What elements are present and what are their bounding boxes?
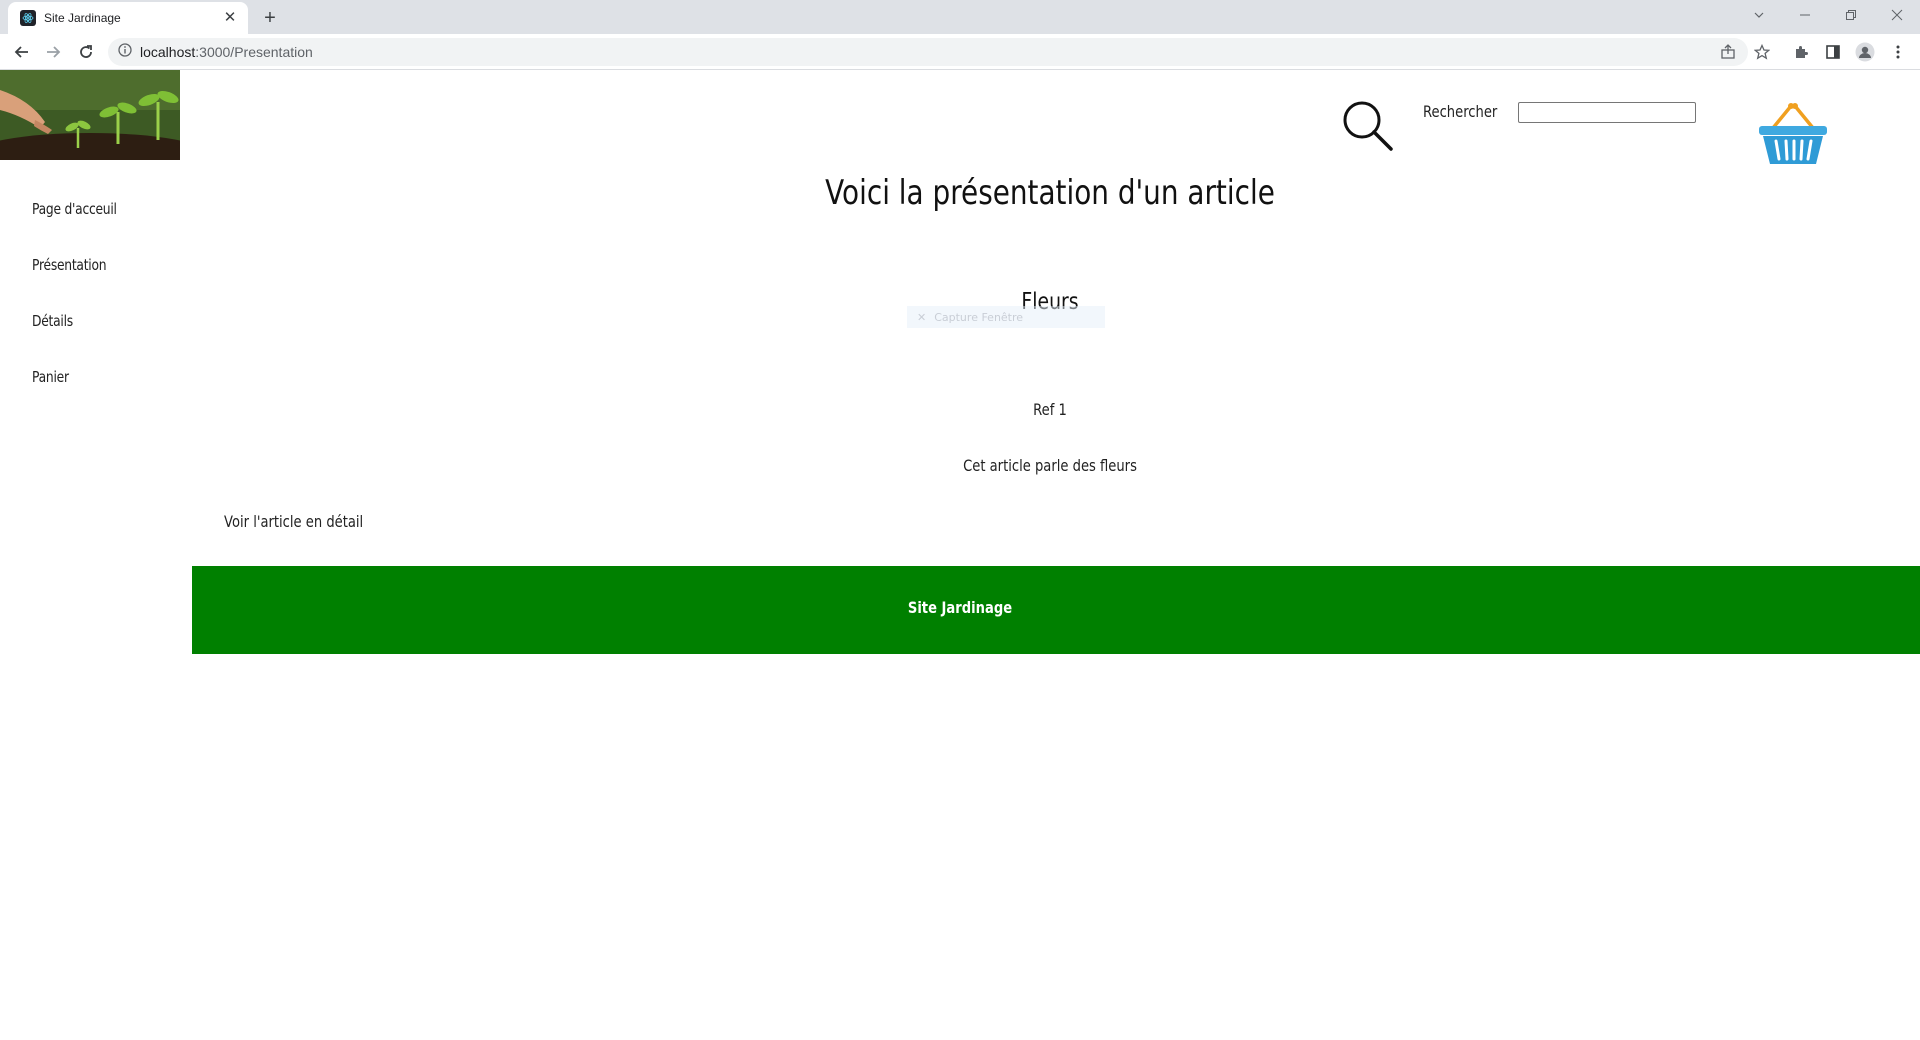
tab-title: Site Jardinage: [44, 11, 121, 25]
tab-search-icon[interactable]: [1736, 0, 1782, 30]
sidebar-item-presentation[interactable]: Présentation: [32, 256, 117, 274]
browser-tab[interactable]: Site Jardinage ✕: [8, 2, 248, 34]
web-page: Page d'acceuil Présentation Détails Pani…: [0, 70, 1920, 1040]
url-text: localhost:3000/Presentation: [140, 44, 313, 60]
share-icon[interactable]: [1716, 40, 1740, 64]
url-path: :3000/Presentation: [195, 44, 313, 60]
search-input[interactable]: [1518, 102, 1696, 123]
plant-hero-image: [0, 70, 180, 160]
browser-toolbar: localhost:3000/Presentation: [0, 34, 1920, 70]
reload-icon[interactable]: [74, 40, 98, 64]
sidebar-item-panier[interactable]: Panier: [32, 368, 117, 386]
new-tab-icon[interactable]: +: [258, 6, 282, 30]
side-panel-icon[interactable]: [1821, 40, 1845, 64]
capture-close-icon: ✕: [917, 310, 927, 324]
article-detail-link[interactable]: Voir l'article en détail: [224, 512, 363, 531]
close-window-icon[interactable]: [1874, 0, 1920, 30]
extensions-icon[interactable]: [1789, 40, 1813, 64]
sidebar-item-details[interactable]: Détails: [32, 312, 117, 330]
forward-arrow-icon[interactable]: [41, 40, 65, 64]
restore-icon[interactable]: [1828, 0, 1874, 30]
site-info-icon[interactable]: [118, 42, 132, 62]
site-footer: Site Jardinage: [192, 566, 1920, 654]
search-icon[interactable]: [1340, 98, 1396, 154]
article-description: Cet article parle des fleurs: [963, 456, 1137, 475]
address-bar[interactable]: localhost:3000/Presentation: [108, 38, 1748, 66]
sidebar-item-accueil[interactable]: Page d'acceuil: [32, 200, 117, 218]
article-ref: Ref 1: [1033, 400, 1067, 419]
react-favicon-icon: [20, 10, 36, 26]
sidebar-nav: Page d'acceuil Présentation Détails Pani…: [32, 200, 135, 424]
browser-tab-bar: Site Jardinage ✕ +: [0, 0, 1920, 34]
tab-close-icon[interactable]: ✕: [222, 10, 238, 26]
basket-icon[interactable]: [1757, 100, 1829, 166]
profile-avatar-icon[interactable]: [1853, 40, 1877, 64]
back-arrow-icon[interactable]: [10, 40, 34, 64]
page-title: Voici la présentation d'un article: [825, 173, 1275, 213]
capture-label: Capture Fenêtre: [934, 310, 1024, 324]
url-host: localhost: [140, 44, 196, 60]
search-label: Rechercher: [1423, 102, 1498, 121]
bookmark-star-icon[interactable]: [1750, 40, 1774, 64]
window-controls: [1736, 0, 1920, 30]
minimize-icon[interactable]: [1782, 0, 1828, 30]
footer-text: Site Jardinage: [907, 598, 1013, 617]
capture-window-overlay: ✕ Capture Fenêtre: [907, 306, 1105, 328]
browser-menu-icon[interactable]: [1886, 40, 1910, 64]
